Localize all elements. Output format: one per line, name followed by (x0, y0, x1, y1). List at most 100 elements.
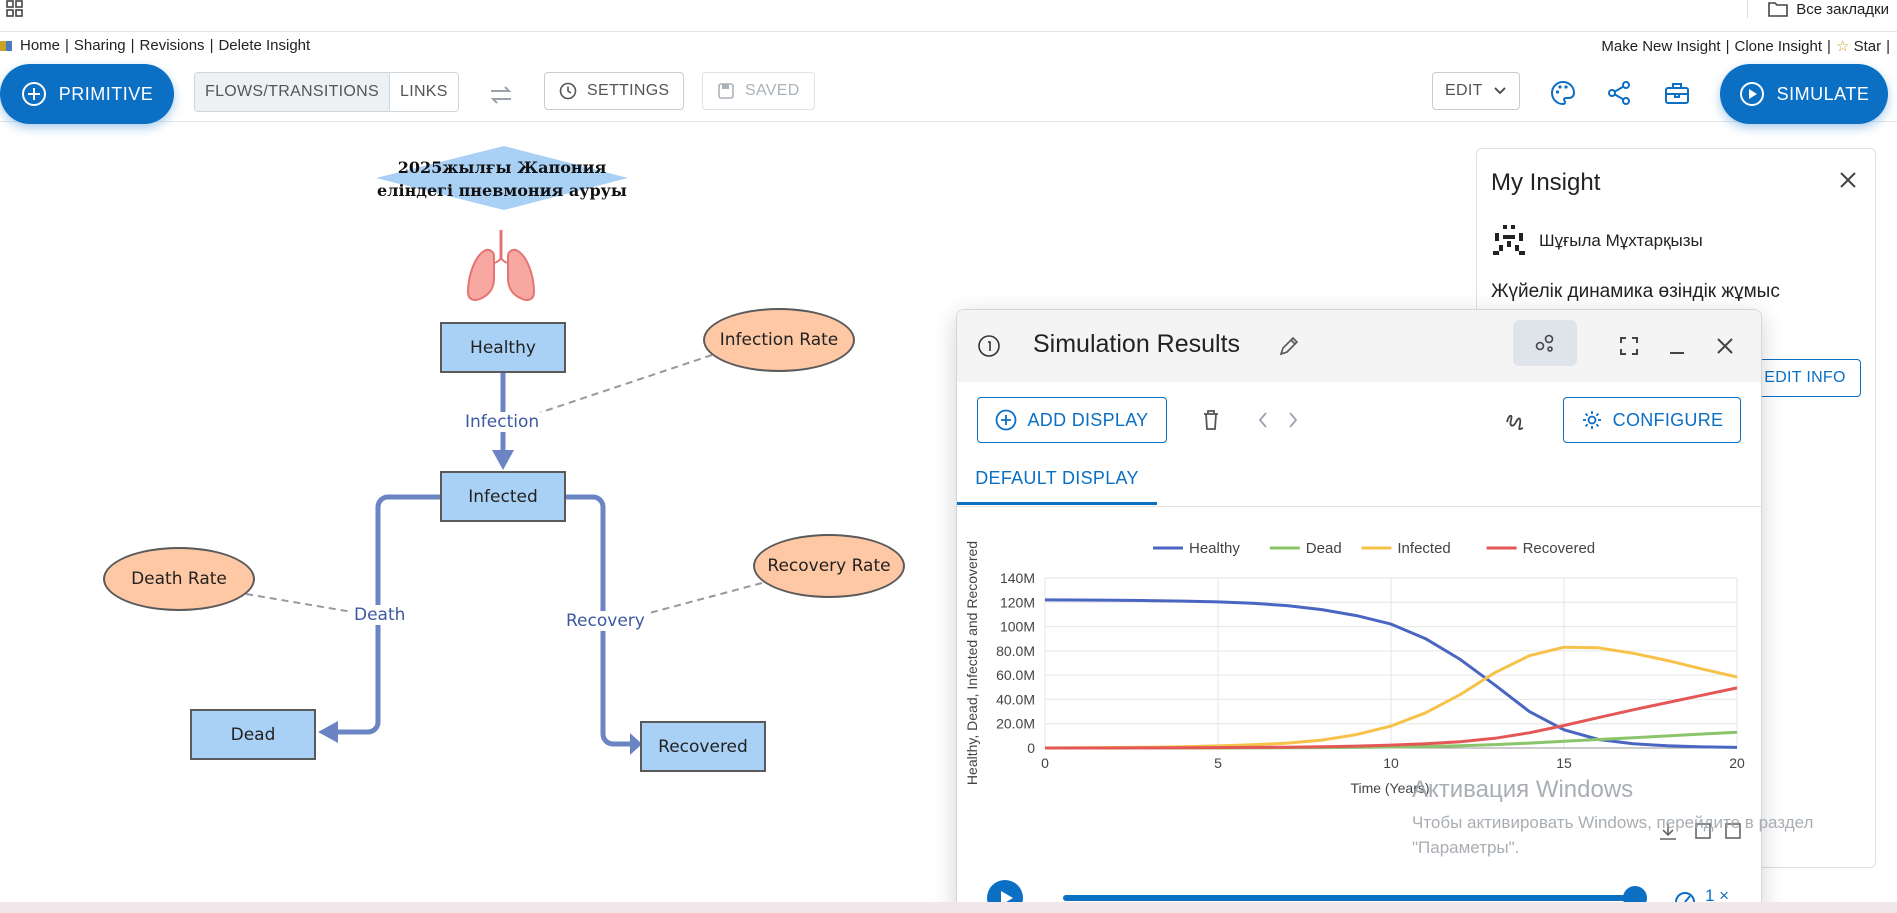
star-icon: ☆ (1835, 38, 1850, 55)
scatter-nodes-icon (1535, 334, 1554, 352)
y-tick-label: 120M (1000, 594, 1035, 610)
info-circle-icon[interactable] (977, 334, 1001, 358)
author-avatar (1493, 225, 1525, 255)
diagram-title-line2: еліндегі пневмония ауруы (377, 181, 627, 200)
nav-delete-insight-link[interactable]: Delete Insight (218, 37, 310, 54)
legend-label-healthy: Healthy (1189, 540, 1240, 557)
connection-mode-group: FLOWS/TRANSITIONS LINKS (194, 72, 459, 112)
all-bookmarks-label: Все закладки (1796, 0, 1889, 18)
plus-circle-icon (996, 409, 1017, 431)
toolbox-icon[interactable] (1664, 80, 1690, 106)
all-bookmarks-button[interactable]: Все закладки (1747, 0, 1897, 18)
fullscreen-icon[interactable] (1617, 334, 1641, 358)
trash-icon[interactable] (1199, 408, 1223, 432)
nav-revisions-link[interactable]: Revisions (140, 37, 205, 54)
insight-nav-right: Make New Insight | Clone Insight | ☆ Sta… (1601, 37, 1895, 56)
variable-infection-rate[interactable]: Infection Rate (703, 308, 855, 372)
flow-label-infection[interactable]: Infection (463, 412, 542, 432)
saved-button[interactable]: SAVED (702, 72, 815, 110)
x-tick-label: 20 (1729, 755, 1745, 771)
infection-flow-arrowhead (492, 450, 514, 470)
squiggle-icon[interactable] (1503, 408, 1527, 432)
y-tick-label: 60.0M (996, 667, 1035, 683)
nav-separator: | (1725, 37, 1730, 55)
add-primitive-button[interactable]: PRIMITIVE (0, 64, 174, 124)
y-tick-label: 0 (1027, 740, 1035, 756)
nav-separator: | (1886, 37, 1890, 55)
tabs-divider (957, 506, 1761, 507)
stock-infected[interactable]: Infected (440, 471, 566, 522)
stock-healthy[interactable]: Healthy (440, 322, 566, 373)
flow-label-death[interactable]: Death (352, 605, 408, 625)
chevron-left-icon[interactable] (1253, 410, 1273, 430)
edit-info-button[interactable]: EDIT INFO (1749, 359, 1861, 397)
stock-recovered[interactable]: Recovered (640, 721, 766, 772)
palette-icon[interactable] (1550, 80, 1576, 106)
star-link[interactable]: ☆ Star (1836, 37, 1881, 55)
bookmarks-bar: Все закладки (0, 0, 1897, 32)
edit-label: EDIT (1445, 82, 1483, 99)
share-icon[interactable] (1606, 80, 1632, 106)
chevron-right-icon[interactable] (1283, 410, 1303, 430)
edit-dropdown[interactable]: EDIT (1432, 72, 1520, 110)
close-icon[interactable] (1837, 169, 1859, 191)
simulate-label: SIMULATE (1776, 83, 1870, 104)
saved-label: SAVED (745, 82, 800, 99)
book-icon (0, 40, 12, 51)
links-toggle[interactable]: LINKS (389, 73, 458, 111)
windows-activation-text: Чтобы активировать Windows, перейдите в … (1412, 810, 1872, 860)
simulation-chart: 0 20.0M 40.0M 60.0M 80.0M 100M 120M 140M 0 5 10 15 2… (964, 540, 1745, 796)
add-display-label: ADD DISPLAY (1027, 409, 1149, 430)
variable-recovery-rate[interactable]: Recovery Rate (753, 534, 905, 598)
chevron-down-icon (1493, 87, 1506, 95)
author-name[interactable]: Шұғыла Мұхтарқызы (1539, 231, 1703, 251)
simulation-window-header[interactable]: Simulation Results (957, 310, 1761, 382)
y-tick-label: 100M (1000, 619, 1035, 635)
close-icon[interactable] (1713, 334, 1737, 358)
time-slider-track[interactable] (1063, 895, 1639, 901)
clock-icon (559, 82, 577, 100)
make-new-insight-link[interactable]: Make New Insight (1601, 38, 1720, 55)
nav-separator: | (1827, 37, 1831, 55)
y-tick-label: 20.0M (996, 716, 1035, 732)
tab-default-display[interactable]: DEFAULT DISPLAY (957, 455, 1157, 505)
settings-button[interactable]: SETTINGS (544, 72, 685, 110)
nav-home-link[interactable]: Home (20, 37, 60, 54)
x-tick-label: 15 (1556, 755, 1572, 771)
legend-label-recovered: Recovered (1523, 540, 1596, 557)
clone-insight-link[interactable]: Clone Insight (1734, 38, 1822, 55)
variable-death-rate[interactable]: Death Rate (103, 547, 255, 611)
toolbar: PRIMITIVE FLOWS/TRANSITIONS LINKS SETTIN… (0, 60, 1897, 124)
y-axis-title: Healthy, Dead, Infected and Recovered (964, 541, 980, 785)
flow-label-recovery[interactable]: Recovery (564, 611, 647, 631)
legend-label-infected: Infected (1397, 540, 1450, 557)
compare-view-toggle[interactable] (1513, 320, 1577, 366)
insight-nav-left: Home | Sharing | Revisions | Delete Insi… (0, 37, 310, 54)
flows-transitions-toggle[interactable]: FLOWS/TRANSITIONS (195, 73, 389, 111)
swap-arrows-icon[interactable] (488, 82, 514, 108)
death-flow-arrowhead (318, 721, 338, 743)
save-disk-icon (718, 83, 734, 99)
configure-button[interactable]: CONFIGURE (1563, 397, 1741, 443)
insight-title: My Insight (1491, 169, 1601, 196)
diagram-title[interactable]: 2025жылғы Жапония еліндегі пневмония аур… (376, 156, 628, 202)
nav-sharing-link[interactable]: Sharing (74, 37, 126, 54)
stock-dead[interactable]: Dead (190, 709, 316, 760)
simulate-button[interactable]: SIMULATE (1720, 64, 1888, 124)
minimize-icon[interactable] (1665, 334, 1689, 358)
play-circle-icon (1739, 82, 1764, 106)
gear-icon (1582, 411, 1601, 429)
x-tick-label: 0 (1041, 755, 1049, 771)
y-tick-label: 80.0M (996, 643, 1035, 659)
nav-separator: | (65, 37, 69, 54)
pencil-icon[interactable] (1277, 334, 1301, 358)
lungs-icon (466, 230, 536, 301)
taskbar-edge (0, 902, 1897, 913)
insight-description: Жүйелік динамика өзіндік жұмыс (1491, 281, 1780, 302)
windows-activation-line1: Чтобы активировать Windows, перейдите в … (1412, 813, 1814, 832)
configure-label: CONFIGURE (1612, 409, 1724, 430)
simulation-title: Simulation Results (1033, 330, 1241, 358)
add-display-button[interactable]: ADD DISPLAY (977, 397, 1167, 443)
apps-grid-icon[interactable] (6, 0, 24, 18)
legend-label-dead: Dead (1306, 540, 1342, 557)
